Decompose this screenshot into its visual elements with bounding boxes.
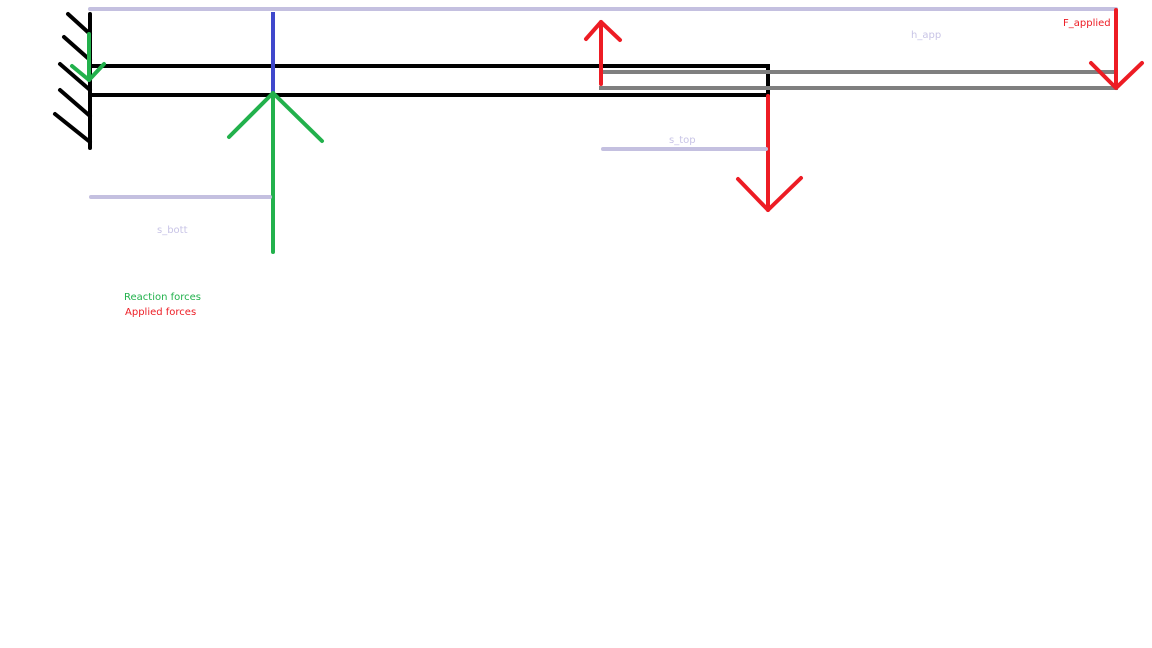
s-bott-label: s_bott [157, 225, 188, 236]
applied-arrow-up [584, 20, 622, 86]
legend-applied-forces: Applied forces [125, 307, 196, 318]
beam-force-diagram: F_applied h_app s_top s_bott Reaction fo… [53, 7, 1144, 318]
support-reaction-arrow [227, 91, 324, 254]
applied-arrow-down-beam-end [736, 94, 803, 212]
f-applied-label: F_applied [1063, 18, 1111, 29]
legend-reaction-forces: Reaction forces [124, 292, 201, 303]
fixed-wall-support [53, 12, 92, 150]
wall-reaction-arrow [70, 32, 106, 82]
h-app-label: h_app [911, 30, 941, 41]
s-top-label: s_top [669, 135, 696, 146]
extension-beam [599, 70, 1118, 90]
